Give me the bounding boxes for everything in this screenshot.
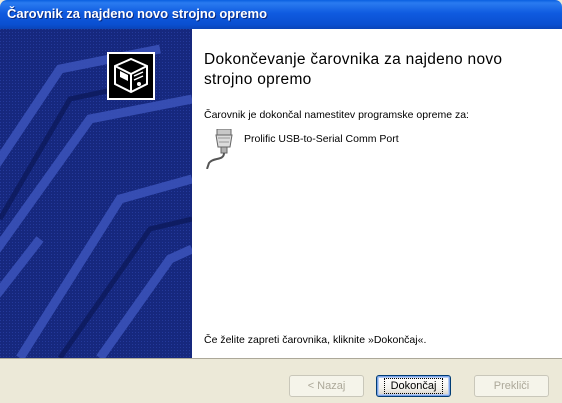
finish-button-label: Dokončaj [383,378,444,394]
back-button[interactable]: < Nazaj [289,375,364,397]
window-title: Čarovnik za najdeno novo strojno opremo [7,6,268,21]
title-bar[interactable]: Čarovnik za najdeno novo strojno opremo [0,0,562,29]
device-name: Prolific USB-to-Serial Comm Port [244,133,399,145]
cancel-button[interactable]: Prekliči [474,375,549,397]
button-bar: < Nazaj Dokončaj Prekliči [0,358,562,403]
wizard-side-panel [0,29,192,358]
finish-instruction-text: Če želite zapreti čarovnika, kliknite »D… [204,334,427,346]
finish-button[interactable]: Dokončaj [376,375,451,397]
side-panel-artwork [0,29,192,358]
wizard-window: Čarovnik za najdeno novo strojno opremo [0,0,562,403]
intro-text: Čarovnik je dokončal namestitev programs… [204,109,469,121]
wizard-content: Dokončevanje čarovnika za najdeno novo s… [0,29,562,358]
page-title: Dokončevanje čarovnika za najdeno novo s… [204,51,503,88]
hardware-wizard-icon [107,52,155,100]
serial-port-icon [203,128,237,170]
wizard-main-panel: Dokončevanje čarovnika za najdeno novo s… [192,29,562,358]
